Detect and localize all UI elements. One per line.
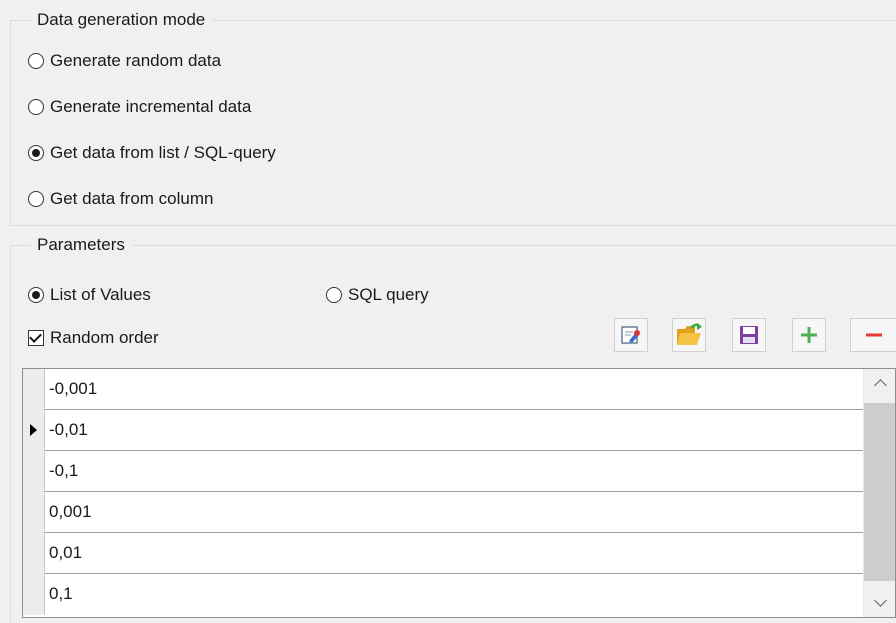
value-cell[interactable]: -0,01: [45, 410, 863, 451]
radio-generate-incremental[interactable]: Generate incremental data: [28, 94, 251, 120]
table-row[interactable]: -0,001: [23, 369, 863, 410]
open-folder-icon: [677, 323, 702, 345]
checkbox-label: Random order: [50, 328, 159, 347]
value-cell[interactable]: 0,001: [45, 492, 863, 533]
radio-list-of-values[interactable]: List of Values: [28, 282, 151, 308]
radio-label: Generate random data: [50, 51, 222, 70]
radio-button[interactable]: [28, 191, 44, 207]
data-generation-mode-title: Data generation mode: [31, 8, 214, 32]
table-row[interactable]: 0,01: [23, 533, 863, 574]
checkbox[interactable]: [28, 330, 44, 346]
row-indicator[interactable]: [23, 451, 45, 492]
row-indicator[interactable]: [23, 533, 45, 574]
value-cell[interactable]: -0,001: [45, 369, 863, 410]
parameters-title: Parameters: [31, 233, 133, 257]
edit-icon: [621, 326, 640, 344]
scroll-up-icon[interactable]: [874, 379, 887, 392]
row-indicator[interactable]: [23, 574, 45, 615]
remove-row-button[interactable]: [850, 318, 896, 352]
save-icon: [740, 326, 758, 344]
remove-icon: [865, 333, 882, 337]
radio-label: Get data from list / SQL-query: [50, 143, 276, 162]
radio-label: SQL query: [348, 285, 429, 304]
vertical-scrollbar[interactable]: [863, 369, 895, 617]
radio-get-from-list[interactable]: Get data from list / SQL-query: [28, 140, 276, 166]
row-indicator[interactable]: [23, 492, 45, 533]
radio-get-from-column[interactable]: Get data from column: [28, 186, 213, 212]
row-indicator[interactable]: [23, 369, 45, 410]
random-order-checkbox[interactable]: Random order: [28, 325, 159, 351]
value-cell[interactable]: -0,1: [45, 451, 863, 492]
open-button[interactable]: [672, 318, 706, 352]
radio-button[interactable]: [326, 287, 342, 303]
current-row-arrow-icon: [30, 424, 37, 436]
scrollbar-thumb[interactable]: [864, 403, 895, 581]
table-row[interactable]: 0,1: [23, 574, 863, 615]
edit-button[interactable]: [614, 318, 648, 352]
row-indicator[interactable]: [23, 410, 45, 451]
table-row[interactable]: 0,001: [23, 492, 863, 533]
radio-button[interactable]: [28, 145, 44, 161]
radio-label: Generate incremental data: [50, 97, 252, 116]
radio-label: Get data from column: [50, 189, 214, 208]
radio-button[interactable]: [28, 287, 44, 303]
save-button[interactable]: [732, 318, 766, 352]
radio-button[interactable]: [28, 99, 44, 115]
radio-label: List of Values: [50, 285, 151, 304]
add-row-button[interactable]: [792, 318, 826, 352]
radio-sql-query[interactable]: SQL query: [326, 282, 429, 308]
scroll-down-icon[interactable]: [874, 594, 887, 607]
radio-button[interactable]: [28, 53, 44, 69]
table-row[interactable]: -0,01: [23, 410, 863, 451]
add-icon: [801, 327, 817, 343]
values-grid[interactable]: -0,001 -0,01 -0,1 0,001 0,01 0,1: [22, 368, 896, 618]
value-cell[interactable]: 0,1: [45, 574, 863, 615]
radio-generate-random[interactable]: Generate random data: [28, 48, 221, 74]
table-row[interactable]: -0,1: [23, 451, 863, 492]
value-cell[interactable]: 0,01: [45, 533, 863, 574]
